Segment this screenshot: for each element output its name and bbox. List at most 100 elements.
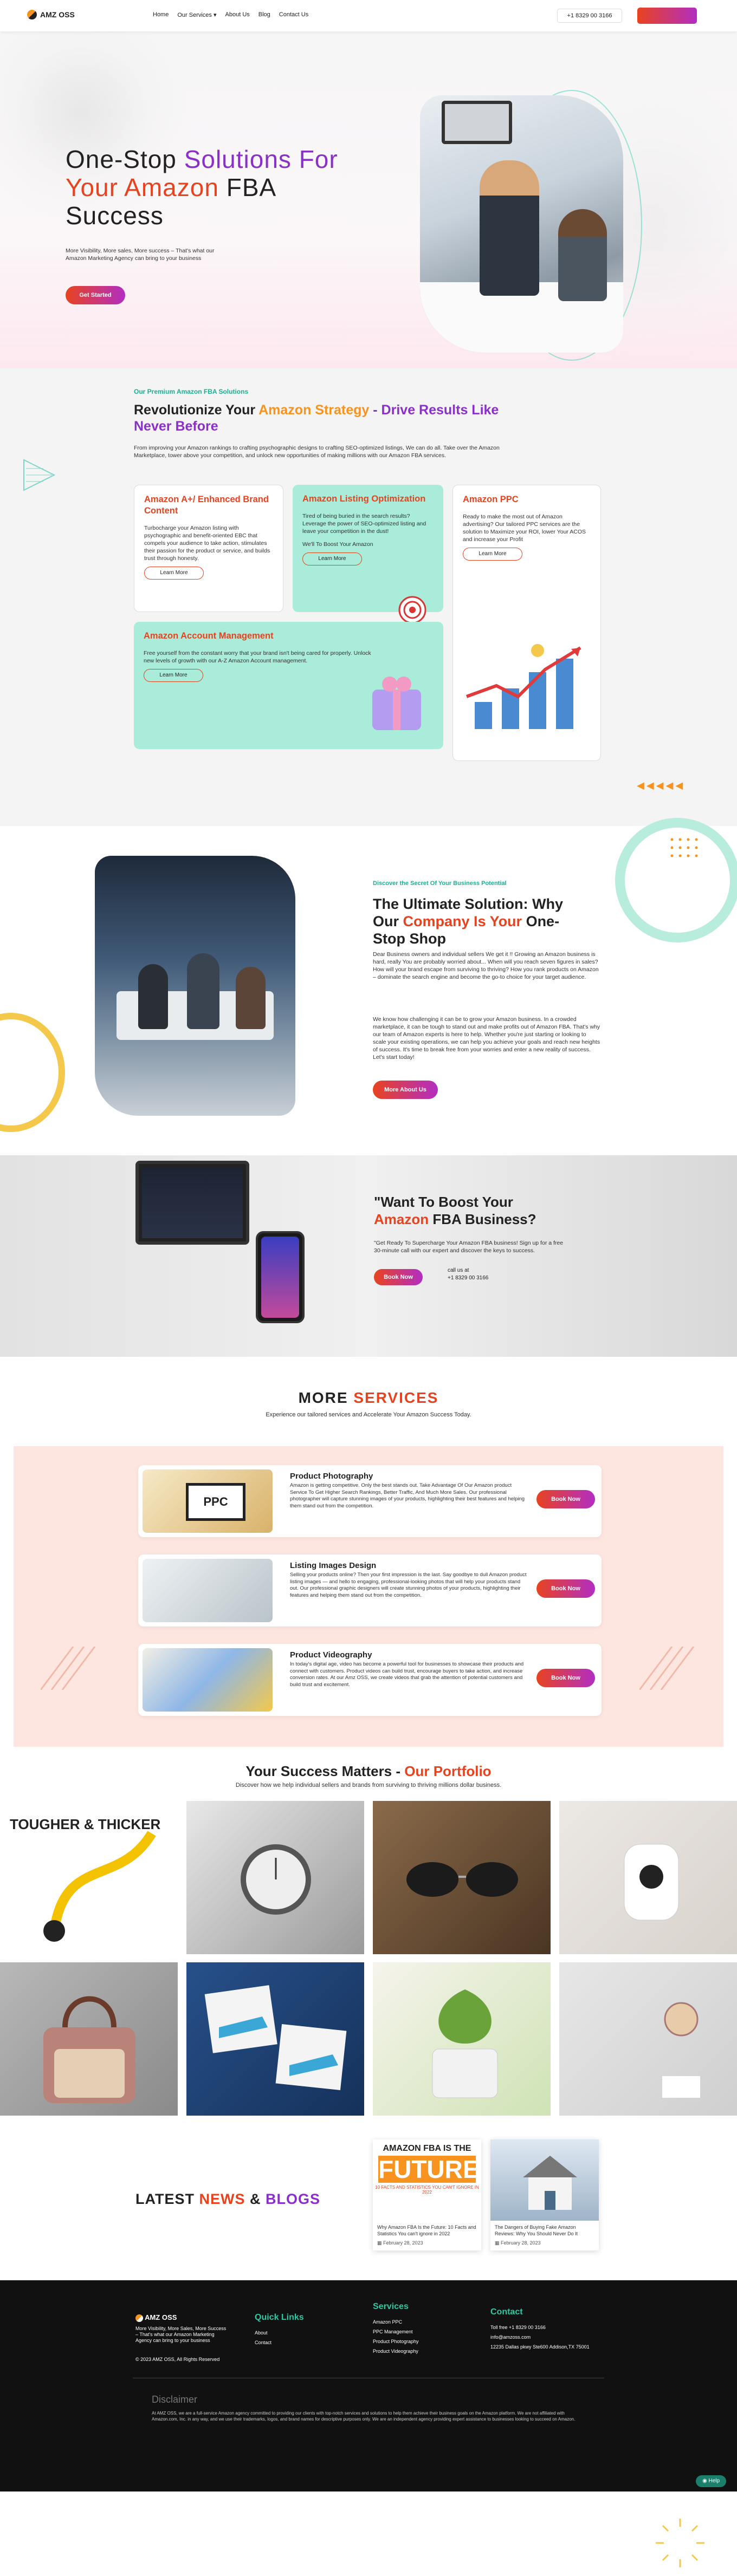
heading-part: Revolutionize Your (134, 402, 259, 418)
portfolio-tile-cream[interactable] (373, 1962, 551, 2116)
header-cta-button[interactable] (637, 8, 697, 24)
photo-person (138, 964, 168, 1029)
footer-link[interactable]: About (255, 2328, 304, 2338)
section-heading: The Ultimate Solution: Why Our Company I… (373, 895, 579, 947)
footer-link[interactable]: Amazon PPC (373, 2317, 419, 2327)
footer-logo[interactable]: AMZ OSS (135, 2313, 228, 2323)
footer-link[interactable]: PPC Management (373, 2327, 419, 2337)
service-text: Selling your products online? Then your … (290, 1572, 527, 1598)
ppc-monitor-thumbnail: PPC (143, 1469, 273, 1533)
stripes-pattern-icon (639, 1647, 695, 1690)
portfolio-tile-sunglasses[interactable] (373, 1801, 551, 1954)
service-text: In today's digital age, video has become… (290, 1661, 524, 1688)
more-services-subtitle: Experience our tailored services and Acc… (266, 1411, 471, 1418)
call-phone: +1 8329 00 3166 (448, 1275, 489, 1281)
blog-post-text: The Dangers of Buying Fake Amazon Review… (495, 2224, 578, 2236)
service-card-ebc: Amazon A+/ Enhanced Brand Content Turboc… (134, 485, 283, 612)
photo-laptop (442, 101, 512, 144)
page: AMZ OSS Home Our Services ▾ About Us Blo… (0, 0, 737, 2576)
sun-burst-icon (656, 2519, 704, 2567)
call-us[interactable]: call us at +1 8329 00 3166 (448, 1267, 488, 1282)
call-label: call us at (448, 1267, 469, 1273)
book-now-button[interactable]: Book Now (374, 1269, 423, 1285)
nav-services[interactable]: Our Services ▾ (177, 11, 216, 18)
portfolio-tile-camera[interactable] (559, 1801, 737, 1954)
blogs-title: LATEST NEWS & BLOGS (135, 2191, 320, 2208)
hero-title-part: FBA (226, 173, 277, 201)
house-icon (523, 2156, 577, 2210)
nav-blog[interactable]: Blog (258, 11, 270, 18)
portfolio-tile-cable[interactable]: TOUGHER & THICKER (0, 1801, 178, 1954)
header-phone-button[interactable]: +1 8329 00 3166 (557, 9, 622, 23)
blog-post-text: Why Amazon FBA Is the Future: 10 Facts a… (377, 2224, 476, 2236)
book-now-button[interactable]: Book Now (536, 1669, 595, 1687)
book-now-button[interactable]: Book Now (536, 1490, 595, 1508)
footer-about-text: More Visibility, More Sales, More Succes… (135, 2326, 227, 2343)
nav-contact[interactable]: Contact Us (279, 11, 308, 18)
portfolio-tile-clock[interactable] (559, 1962, 737, 2116)
more-about-us-button[interactable]: More About Us (373, 1081, 438, 1099)
footer-about: AMZ OSS More Visibility, More Sales, Mor… (135, 2313, 228, 2364)
nav-home[interactable]: Home (153, 11, 169, 18)
learn-more-button[interactable]: Learn More (144, 567, 204, 580)
book-now-button[interactable]: Book Now (536, 1579, 595, 1598)
section-eyebrow: Our Premium Amazon FBA Solutions (134, 388, 249, 395)
photo-person (558, 209, 607, 301)
footer-phone[interactable]: Toll free +1 8329 00 3166 (490, 2323, 590, 2332)
heading-accent: Amazon (374, 1211, 429, 1227)
blog-post-card[interactable]: The Dangers of Buying Fake Amazon Review… (490, 2139, 599, 2250)
title-accent: BLOGS (266, 2191, 321, 2207)
date-text: February 28, 2023 (501, 2240, 541, 2246)
blog-post-image: AMAZON FBA IS THE FUTURE 10 FACTS AND ST… (373, 2139, 481, 2221)
blog-post-card[interactable]: AMAZON FBA IS THE FUTURE 10 FACTS AND ST… (373, 2139, 481, 2250)
footer-copyright: © 2023 AMZ OSS, All Rights Reserved (135, 2357, 220, 2362)
chevron-down-icon: ▾ (213, 12, 217, 18)
nav-about[interactable]: About Us (225, 11, 250, 18)
title-accent: SERVICES (353, 1389, 439, 1406)
footer-heading: Contact (490, 2307, 523, 2317)
hero-description: More Visibility, More sales, More succes… (66, 248, 215, 262)
title-accent: Our Portfolio (404, 1763, 492, 1779)
hero-title-part: Success (66, 201, 164, 230)
growth-chart-icon (466, 644, 581, 729)
get-started-button[interactable]: Get Started (66, 286, 125, 304)
card-title: Amazon Account Management (144, 631, 274, 641)
logo-icon (135, 2314, 143, 2322)
footer-link[interactable]: Product Photography (373, 2337, 419, 2346)
photo-person (236, 967, 266, 1029)
hero-title: One-Stop Solutions For Your Amazon FBA S… (66, 145, 369, 230)
service-row-photography: PPC Product Photography Amazon is gettin… (138, 1465, 602, 1537)
help-icon: ◉ (702, 2478, 707, 2484)
help-button[interactable]: ◉ Help (696, 2475, 726, 2487)
footer-contact: Contact Toll free +1 8329 00 3166 info@a… (490, 2307, 590, 2352)
portfolio-subtitle: Discover how we help individual sellers … (235, 1782, 502, 1788)
sunglasses-icon (406, 1862, 518, 1897)
footer-email[interactable]: info@amzoss.com (490, 2332, 590, 2342)
portfolio-tile-watch[interactable] (186, 1801, 364, 1954)
portfolio-title: Your Success Matters - Our Portfolio (0, 1763, 737, 1780)
learn-more-button[interactable]: Learn More (144, 669, 203, 682)
date-text: February 28, 2023 (383, 2240, 423, 2246)
learn-more-button[interactable]: Learn More (302, 552, 362, 565)
logo-icon (27, 10, 37, 19)
footer-link[interactable]: Product Videography (373, 2346, 419, 2356)
calendar-icon: ▦ (377, 2240, 382, 2246)
stripes-pattern-icon (41, 1647, 96, 1690)
sneakers-icon (204, 1985, 347, 2090)
logo-text: AMZ OSS (145, 2313, 177, 2321)
service-text: Amazon is getting competitive. Only the … (290, 1482, 525, 1509)
footer-services: Services Amazon PPC PPC Management Produ… (373, 2302, 419, 2356)
nav-services-label: Our Services (177, 12, 212, 18)
calendar-icon: ▦ (495, 2240, 500, 2246)
solution-paragraph: Dear Business owners and individual sell… (373, 951, 599, 980)
blog-post-image (490, 2139, 599, 2221)
handbag-icon (43, 1996, 135, 2103)
portfolio-tile-handbag[interactable] (0, 1962, 178, 2116)
footer-link[interactable]: Contact (255, 2338, 304, 2347)
card-title: Amazon Listing Optimization (302, 494, 426, 504)
portfolio-tile-sneakers[interactable] (186, 1962, 364, 2116)
learn-more-button[interactable]: Learn More (463, 548, 522, 561)
title-accent: NEWS (199, 2191, 245, 2207)
logo[interactable]: AMZ OSS (27, 10, 75, 19)
watch-icon (241, 1844, 311, 1915)
